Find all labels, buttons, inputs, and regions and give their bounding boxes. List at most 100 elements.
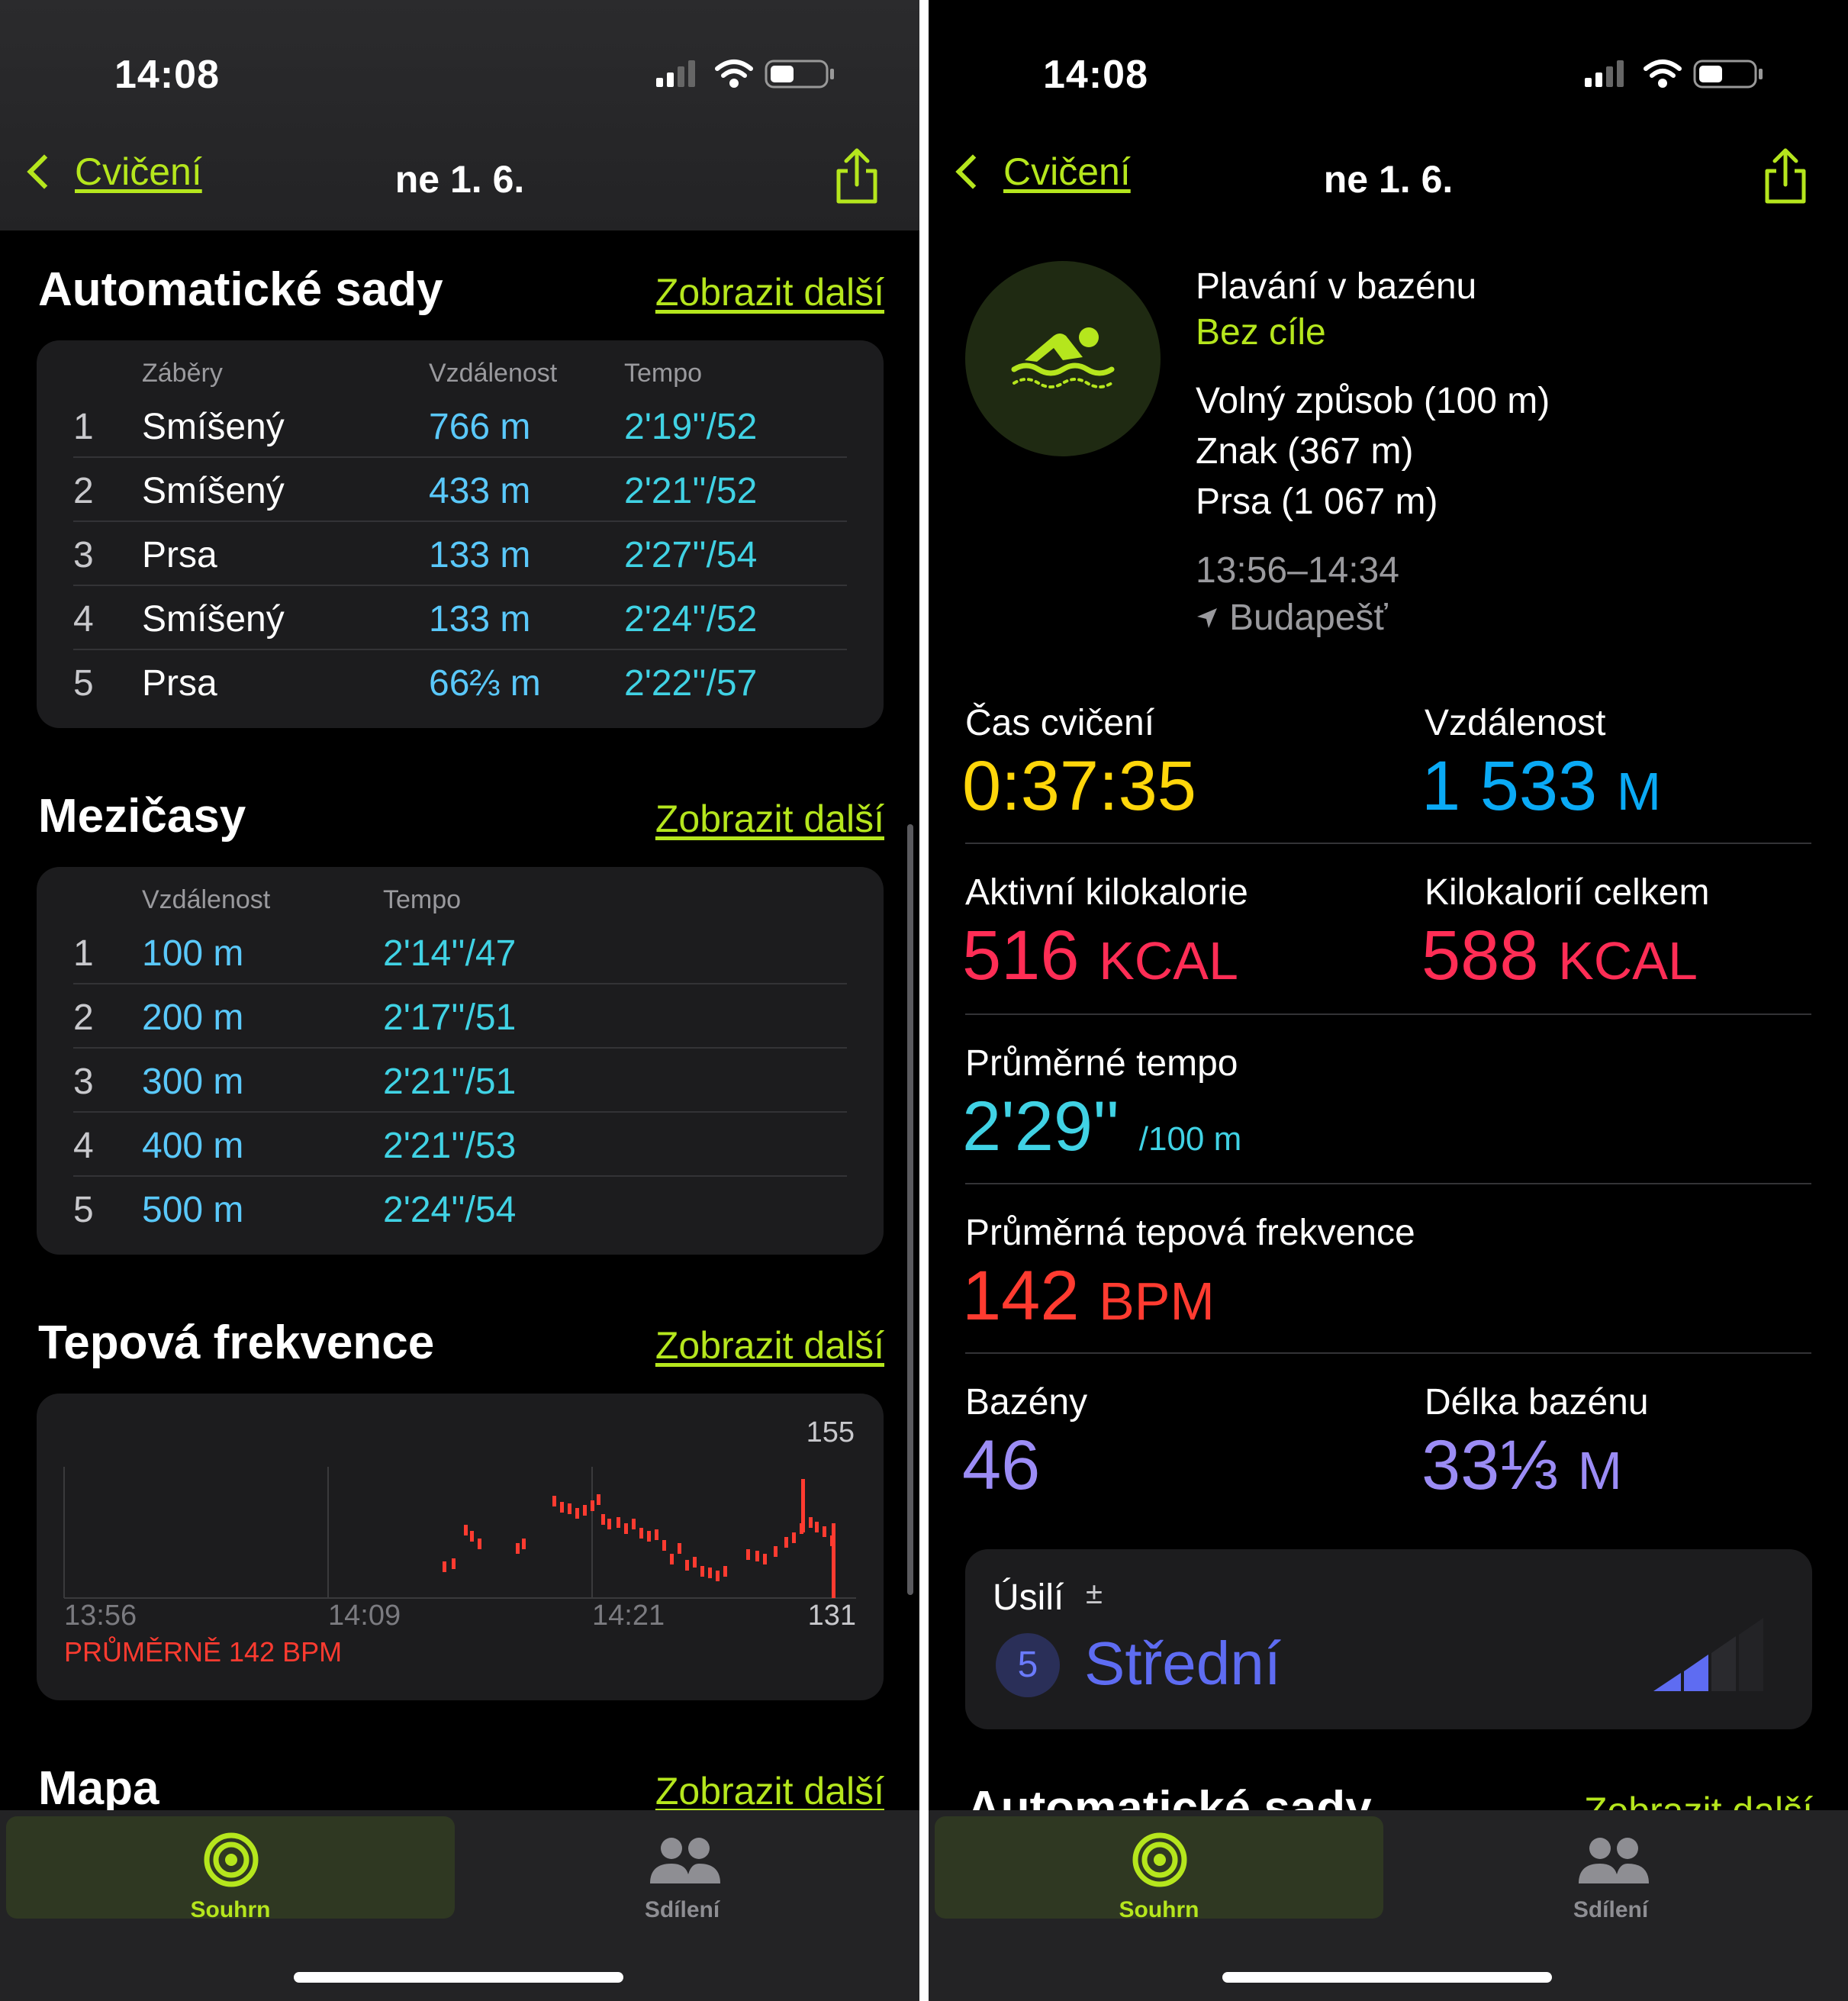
row-index: 2 xyxy=(73,997,94,1038)
status-icons xyxy=(1585,60,1763,89)
row-distance: 433 m xyxy=(429,471,531,511)
workout-goal: Bez cíle xyxy=(1196,312,1326,353)
table-row: 2 200 m 2'17''/51 xyxy=(37,984,884,1049)
row-distance: 66⅔ m xyxy=(429,663,541,704)
hr-point xyxy=(601,1514,605,1525)
share-icon[interactable] xyxy=(834,148,880,205)
status-time: 14:08 xyxy=(114,53,220,97)
hr-point xyxy=(801,1479,805,1532)
hr-point xyxy=(575,1508,579,1519)
metric-value-active-kcal: 516 KCAL xyxy=(962,917,1238,994)
time-range: 13:56–14:34 xyxy=(1196,550,1399,591)
row-stroke: Smíšený xyxy=(142,599,285,640)
table-row: 4 400 m 2'21''/53 xyxy=(37,1113,884,1177)
table-row: 3 300 m 2'21''/51 xyxy=(37,1049,884,1113)
metric-label-heart: Průměrná tepová frekvence xyxy=(965,1213,1415,1253)
section-title-map: Mapa xyxy=(38,1762,159,1815)
workout-type-badge xyxy=(965,261,1161,456)
hr-point xyxy=(763,1554,767,1564)
hr-point xyxy=(597,1494,600,1505)
tab-sharing[interactable]: Sdílení xyxy=(1386,1816,1835,1922)
signal-icon xyxy=(656,60,695,87)
col-header-strokes: Záběry xyxy=(142,359,223,388)
people-icon xyxy=(650,1838,720,1883)
page-title: ne 1. 6. xyxy=(394,158,525,201)
row-index: 3 xyxy=(73,535,94,575)
stroke-summary: Prsa (1 067 m) xyxy=(1196,482,1438,522)
hr-point xyxy=(560,1502,564,1513)
left-screen: 14:08 Cvičení ne 1. 6. Automatické sady … xyxy=(0,0,919,2001)
tab-sharing[interactable]: Sdílení xyxy=(458,1816,906,1922)
location-name: Budapešť xyxy=(1229,598,1388,638)
hr-point xyxy=(443,1561,446,1572)
hr-point xyxy=(746,1549,750,1560)
hr-point xyxy=(464,1525,468,1535)
hr-marks xyxy=(443,1479,835,1598)
hr-point xyxy=(708,1568,712,1578)
table-row: 4 Smíšený 133 m 2'24''/52 xyxy=(37,586,884,650)
battery-icon xyxy=(765,60,834,89)
table-row: 5 500 m 2'24''/54 xyxy=(37,1177,884,1241)
swimmer-icon xyxy=(1011,327,1115,388)
hr-point xyxy=(516,1543,520,1554)
tab-summary[interactable]: Souhrn xyxy=(935,1816,1383,1922)
hr-point xyxy=(723,1566,727,1577)
hr-point xyxy=(784,1537,788,1548)
hr-point xyxy=(478,1539,481,1549)
metric-value-time: 0:37:35 xyxy=(962,747,1196,825)
share-icon[interactable] xyxy=(1763,148,1808,205)
hr-x-label: 13:56 xyxy=(64,1600,137,1632)
hr-point xyxy=(700,1566,704,1577)
metric-label-pool-length: Délka bazénu xyxy=(1425,1382,1649,1423)
row-stroke: Prsa xyxy=(142,663,217,704)
row-stroke: Prsa xyxy=(142,535,217,575)
row-index: 4 xyxy=(73,599,94,640)
hr-point xyxy=(591,1500,594,1511)
row-distance: 133 m xyxy=(429,535,531,575)
table-row: 1 100 m 2'14''/47 xyxy=(37,920,884,984)
page-title: ne 1. 6. xyxy=(1323,158,1454,201)
right-screen: 14:08 Cvičení ne 1. 6. Plavání v bazénu … xyxy=(929,0,1848,2001)
section-title-splits: Mezičasy xyxy=(38,790,246,843)
divider xyxy=(965,843,1811,844)
hr-point xyxy=(662,1540,666,1551)
row-index: 1 xyxy=(73,933,94,974)
show-more-auto-sets[interactable]: Zobrazit další xyxy=(655,270,884,314)
show-more-map[interactable]: Zobrazit další xyxy=(655,1769,884,1813)
effort-value: Střední xyxy=(1084,1629,1281,1697)
signal-icon xyxy=(1585,60,1624,87)
hr-point xyxy=(655,1529,658,1540)
metric-label-pace: Průměrné tempo xyxy=(965,1043,1238,1084)
col-header-pace: Tempo xyxy=(383,885,462,914)
battery-icon xyxy=(1693,60,1763,89)
metric-value-total-kcal: 588 KCAL xyxy=(1421,917,1698,994)
hr-average: PRŮMĚRNĚ 142 BPM xyxy=(64,1636,343,1668)
col-header-distance: Vzdálenost xyxy=(429,359,558,388)
tab-summary[interactable]: Souhrn xyxy=(6,1816,455,1922)
location-arrow-icon xyxy=(1197,607,1217,628)
show-more-splits[interactable]: Zobrazit další xyxy=(655,797,884,841)
row-pace: 2'14''/47 xyxy=(383,933,517,974)
home-indicator xyxy=(294,1972,623,1983)
heart-rate-card[interactable]: 155 13:56 14:09 14:21 131 PRŮMĚRNĚ 142 B… xyxy=(37,1394,884,1700)
row-stroke: Smíšený xyxy=(142,407,285,447)
hr-point xyxy=(678,1543,681,1554)
location: Budapešť xyxy=(1196,597,1388,639)
hr-x-label: 14:21 xyxy=(592,1600,665,1632)
section-title-heart-rate: Tepová frekvence xyxy=(38,1316,435,1369)
hr-point xyxy=(670,1554,674,1564)
scrollbar[interactable] xyxy=(907,824,913,1595)
row-distance: 766 m xyxy=(429,407,531,447)
hr-point xyxy=(470,1531,474,1542)
hr-point xyxy=(755,1551,759,1561)
show-more-heart-rate[interactable]: Zobrazit další xyxy=(655,1323,884,1368)
metric-value-pools: 46 xyxy=(962,1426,1041,1504)
row-pace: 2'24''/52 xyxy=(624,599,758,640)
effort-card[interactable]: Úsilí ± 5 Střední xyxy=(965,1549,1812,1729)
nav-header: 14:08 Cvičení ne 1. 6. xyxy=(0,0,919,230)
hr-point xyxy=(624,1523,628,1534)
metric-label-time: Čas cvičení xyxy=(965,703,1155,743)
hr-point xyxy=(792,1532,796,1543)
tab-label: Sdílení xyxy=(644,1897,720,1922)
row-distance: 500 m xyxy=(142,1190,244,1230)
